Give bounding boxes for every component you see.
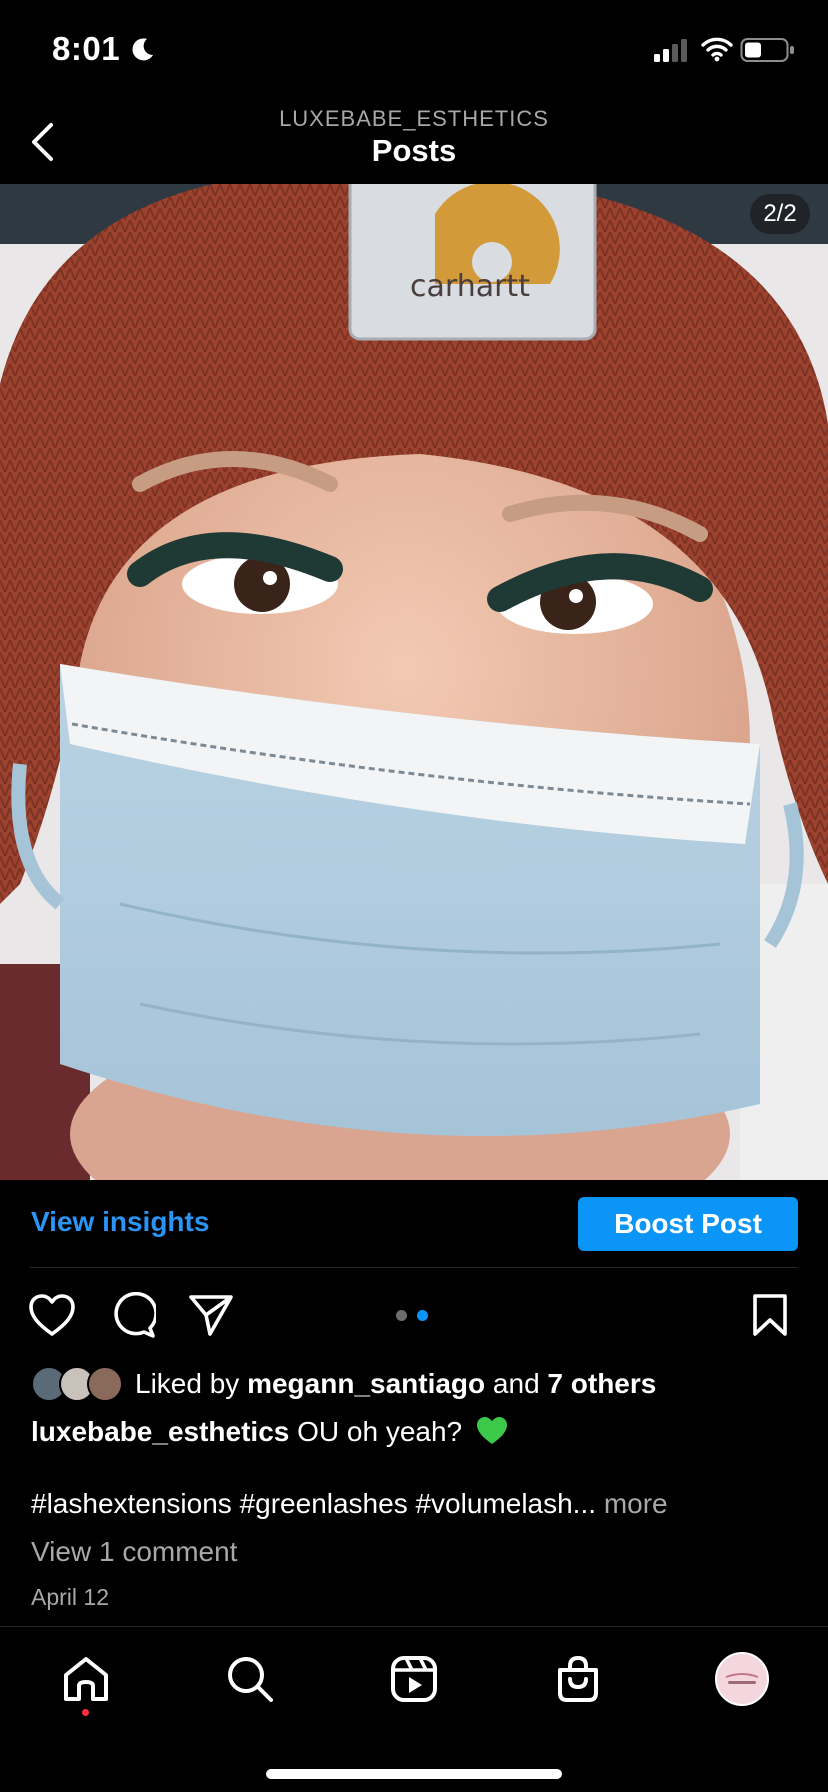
reels-icon	[391, 1656, 437, 1702]
more-link[interactable]: more	[604, 1488, 668, 1519]
like-button[interactable]	[27, 1290, 77, 1340]
caption-username[interactable]: luxebabe_esthetics	[31, 1416, 289, 1447]
view-insights-link[interactable]: View insights	[31, 1206, 209, 1238]
likes-and: and	[492, 1368, 540, 1399]
view-comments-link[interactable]: View 1 comment	[31, 1536, 237, 1568]
shop-icon	[558, 1655, 598, 1702]
battery-icon	[740, 38, 794, 62]
bookmark-icon	[753, 1294, 787, 1336]
post-image[interactable]: carhartt 2/2	[0, 184, 828, 1180]
hashtags: #lashextensions #greenlashes #volumelash…	[31, 1488, 668, 1520]
bottom-nav	[0, 1626, 828, 1792]
comment-icon	[114, 1292, 156, 1338]
hashtag-text[interactable]: #lashextensions #greenlashes #volumelash…	[31, 1488, 596, 1519]
avatar	[87, 1366, 123, 1402]
nav-reels[interactable]	[384, 1649, 444, 1709]
page-title: Posts	[371, 133, 457, 168]
notification-dot	[82, 1709, 89, 1716]
carousel-counter: 2/2	[750, 194, 810, 234]
moon-icon	[132, 38, 153, 61]
profile-logo-icon	[725, 1673, 759, 1684]
save-button[interactable]	[745, 1290, 795, 1340]
nav-profile[interactable]	[712, 1649, 772, 1709]
carousel-dot-active	[417, 1310, 428, 1321]
insights-row: View insights Boost Post	[0, 1180, 828, 1268]
nav-home[interactable]	[56, 1649, 116, 1709]
comment-button[interactable]	[108, 1290, 158, 1340]
caption: luxebabe_esthetics OU oh yeah?	[31, 1416, 508, 1448]
heart-icon	[29, 1294, 75, 1336]
home-icon	[64, 1657, 108, 1701]
green-heart-emoji-icon	[476, 1417, 507, 1444]
post-date: April 12	[31, 1584, 109, 1610]
carousel-dot	[396, 1310, 407, 1321]
beanie-logo-text: carhartt	[410, 269, 530, 304]
send-icon	[189, 1295, 233, 1336]
liker-username[interactable]: megann_santiago	[247, 1368, 485, 1399]
carousel-indicator	[396, 1310, 428, 1321]
home-indicator	[266, 1769, 562, 1779]
profile-avatar	[715, 1652, 769, 1706]
post-actions	[0, 1290, 828, 1344]
boost-post-button[interactable]: Boost Post	[578, 1197, 798, 1251]
nav-shop[interactable]	[548, 1649, 608, 1709]
likes-text: Liked by megann_santiago and 7 others	[135, 1368, 656, 1400]
share-button[interactable]	[186, 1290, 236, 1340]
post-photo-illustration: carhartt	[0, 184, 828, 1180]
liker-avatars	[31, 1366, 123, 1402]
account-name[interactable]: LUXEBABE_ESTHETICS	[0, 106, 828, 132]
signal-icon	[654, 39, 687, 62]
search-icon	[228, 1657, 273, 1702]
wifi-icon	[701, 37, 733, 62]
likes-others[interactable]: 7 others	[547, 1368, 656, 1399]
likes-row[interactable]: Liked by megann_santiago and 7 others	[31, 1364, 656, 1404]
divider	[30, 1267, 798, 1268]
header: LUXEBABE_ESTHETICS Posts	[0, 100, 828, 184]
likes-prefix: Liked by	[135, 1368, 240, 1399]
status-bar: 8:01	[0, 0, 828, 100]
status-time: 8:01	[52, 30, 121, 67]
nav-search[interactable]	[220, 1649, 280, 1709]
caption-text: OU oh yeah?	[297, 1416, 463, 1447]
